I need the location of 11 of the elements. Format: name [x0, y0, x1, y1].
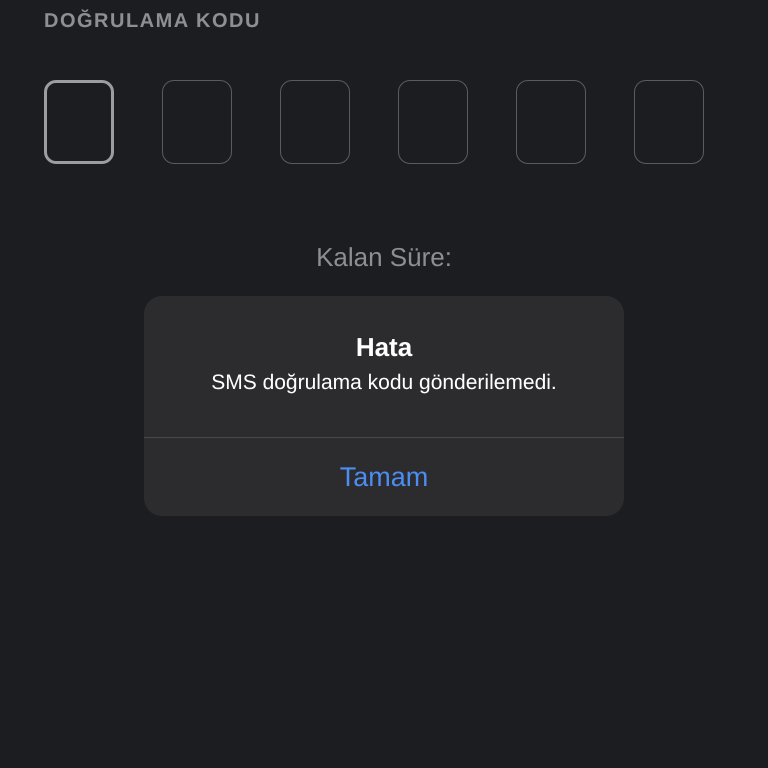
alert-message: SMS doğrulama kodu gönderilemedi.	[211, 371, 557, 395]
section-label: DOĞRULAMA KODU	[44, 10, 261, 33]
code-digit-field[interactable]	[634, 80, 704, 164]
timer-label: Kalan Süre:	[315, 242, 453, 273]
code-digit-field[interactable]	[516, 80, 586, 164]
code-digit-field[interactable]	[162, 80, 232, 164]
alert-title: Hata	[356, 332, 412, 363]
ok-button[interactable]: Tamam	[144, 438, 624, 516]
code-digit-field[interactable]	[44, 80, 114, 164]
code-digit-field[interactable]	[280, 80, 350, 164]
code-digit-field[interactable]	[398, 80, 468, 164]
